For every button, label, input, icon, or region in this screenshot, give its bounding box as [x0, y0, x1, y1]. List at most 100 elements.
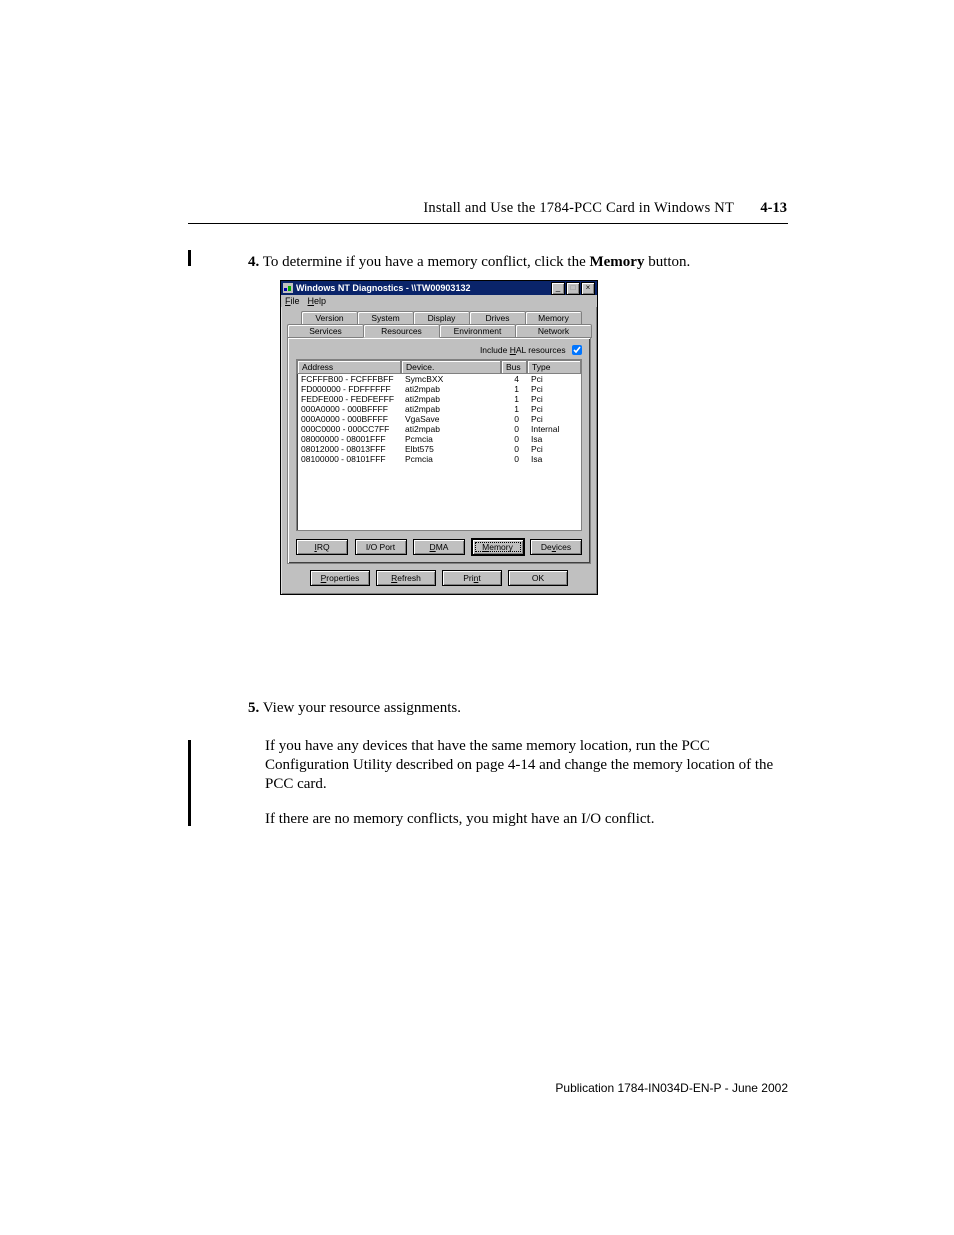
- tab-services[interactable]: Services: [287, 324, 364, 338]
- tab-memory[interactable]: Memory: [525, 311, 582, 324]
- col-bus[interactable]: Bus: [501, 360, 527, 374]
- cell-address: 000A0000 - 000BFFFF: [297, 414, 401, 424]
- cell-type: Pci: [527, 384, 581, 394]
- page: Install and Use the 1784-PCC Card in Win…: [0, 0, 954, 1235]
- list-body: FCFFFB00 - FCFFFBFFSymcBXX4PciFD000000 -…: [297, 374, 581, 464]
- devices-button[interactable]: Devices: [530, 539, 582, 555]
- cell-bus: 1: [501, 394, 527, 404]
- cell-address: FCFFFB00 - FCFFFBFF: [297, 374, 401, 384]
- list-header: Address Device. Bus Type: [297, 360, 581, 374]
- close-button[interactable]: ×: [581, 282, 595, 295]
- cell-address: 08100000 - 08101FFF: [297, 454, 401, 464]
- cell-type: Pci: [527, 404, 581, 414]
- paragraph-1: If you have any devices that have the sa…: [265, 737, 788, 795]
- irq-button[interactable]: IRQ: [296, 539, 348, 555]
- tab-resources[interactable]: Resources: [363, 324, 440, 338]
- menu-help[interactable]: Help: [308, 296, 327, 306]
- memory-button[interactable]: Memory: [472, 539, 524, 555]
- minimize-button[interactable]: _: [551, 282, 565, 295]
- table-row[interactable]: 08000000 - 08001FFFPcmcia0Isa: [297, 434, 581, 444]
- tab-version[interactable]: Version: [301, 311, 358, 324]
- cell-bus: 4: [501, 374, 527, 384]
- col-device[interactable]: Device.: [401, 360, 501, 374]
- cell-device: ati2mpab: [401, 394, 501, 404]
- app-icon: [283, 283, 293, 293]
- cell-device: ati2mpab: [401, 424, 501, 434]
- cell-type: Pci: [527, 444, 581, 454]
- cell-address: 08000000 - 08001FFF: [297, 434, 401, 444]
- publication-footer: Publication 1784-IN034D-EN-P - June 2002: [555, 1081, 788, 1095]
- tab-network[interactable]: Network: [515, 324, 592, 338]
- cell-address: 000C0000 - 000CC7FF: [297, 424, 401, 434]
- ok-button[interactable]: OK: [508, 570, 568, 586]
- cell-type: Internal: [527, 424, 581, 434]
- step-text: View your resource assignments.: [263, 700, 461, 716]
- window-title: Windows NT Diagnostics - \\TW00903132: [296, 283, 550, 293]
- io-port-button[interactable]: I/O Port: [355, 539, 407, 555]
- cell-address: 000A0000 - 000BFFFF: [297, 404, 401, 414]
- tab-system[interactable]: System: [357, 311, 414, 324]
- table-row[interactable]: 000C0000 - 000CC7FFati2mpab0Internal: [297, 424, 581, 434]
- maximize-button[interactable]: □: [566, 282, 580, 295]
- tab-display[interactable]: Display: [413, 311, 470, 324]
- hal-checkbox-row: Include HAL resources: [296, 344, 582, 355]
- running-head: Install and Use the 1784-PCC Card in Win…: [423, 200, 734, 217]
- step-5: 5. View your resource assignments.: [248, 700, 788, 717]
- table-row[interactable]: 000A0000 - 000BFFFFati2mpab1Pci: [297, 404, 581, 414]
- revision-bar: [188, 250, 191, 266]
- step-number: 4.: [248, 254, 259, 270]
- properties-button[interactable]: Properties: [310, 570, 370, 586]
- dialog-bottom-buttons: Properties Refresh Print OK: [281, 564, 597, 594]
- page-number: 4-13: [760, 200, 787, 217]
- table-row[interactable]: FEDFE000 - FEDFEFFFati2mpab1Pci: [297, 394, 581, 404]
- tab-drives[interactable]: Drives: [469, 311, 526, 324]
- table-row[interactable]: FD000000 - FDFFFFFFati2mpab1Pci: [297, 384, 581, 394]
- nt-diagnostics-window: Windows NT Diagnostics - \\TW00903132 _ …: [280, 280, 598, 595]
- table-row[interactable]: 000A0000 - 000BFFFFVgaSave0Pci: [297, 414, 581, 424]
- menu-bar: File Help: [281, 295, 597, 307]
- cell-bus: 0: [501, 434, 527, 444]
- hal-checkbox-label: Include HAL resources: [480, 345, 566, 355]
- hal-checkbox[interactable]: [572, 345, 582, 355]
- category-buttons: IRQ I/O Port DMA Memory Devices: [296, 539, 582, 555]
- cell-bus: 1: [501, 384, 527, 394]
- cell-device: Elbt575: [401, 444, 501, 454]
- title-bar[interactable]: Windows NT Diagnostics - \\TW00903132 _ …: [281, 281, 597, 295]
- cell-type: Pci: [527, 394, 581, 404]
- memory-list[interactable]: Address Device. Bus Type FCFFFB00 - FCFF…: [296, 359, 582, 531]
- cell-type: Isa: [527, 434, 581, 444]
- cell-bus: 0: [501, 454, 527, 464]
- print-button[interactable]: Print: [442, 570, 502, 586]
- dma-button[interactable]: DMA: [413, 539, 465, 555]
- revision-bar: [188, 740, 191, 826]
- refresh-button[interactable]: Refresh: [376, 570, 436, 586]
- cell-bus: 0: [501, 414, 527, 424]
- cell-bus: 0: [501, 444, 527, 454]
- menu-file[interactable]: File: [285, 296, 300, 306]
- col-address[interactable]: Address: [297, 360, 401, 374]
- col-type[interactable]: Type: [527, 360, 581, 374]
- cell-type: Pci: [527, 414, 581, 424]
- cell-address: FD000000 - FDFFFFFF: [297, 384, 401, 394]
- memory-bold: Memory: [589, 254, 644, 270]
- cell-device: ati2mpab: [401, 404, 501, 414]
- table-row[interactable]: FCFFFB00 - FCFFFBFFSymcBXX4Pci: [297, 374, 581, 384]
- cell-device: Pcmcia: [401, 434, 501, 444]
- step-text: To determine if you have a memory confli…: [263, 254, 590, 270]
- table-row[interactable]: 08100000 - 08101FFFPcmcia0Isa: [297, 454, 581, 464]
- cell-address: 08012000 - 08013FFF: [297, 444, 401, 454]
- tab-strip: Version System Display Drives Memory Ser…: [287, 311, 591, 338]
- header-rule: [188, 223, 788, 224]
- cell-device: VgaSave: [401, 414, 501, 424]
- cell-device: SymcBXX: [401, 374, 501, 384]
- cell-bus: 1: [501, 404, 527, 414]
- cell-address: FEDFE000 - FEDFEFFF: [297, 394, 401, 404]
- step-number: 5.: [248, 700, 259, 716]
- step-4: 4. To determine if you have a memory con…: [248, 254, 788, 271]
- resources-panel: Include HAL resources Address Device. Bu…: [287, 337, 591, 564]
- cell-device: ati2mpab: [401, 384, 501, 394]
- tab-environment[interactable]: Environment: [439, 324, 516, 338]
- table-row[interactable]: 08012000 - 08013FFFElbt5750Pci: [297, 444, 581, 454]
- cell-type: Pci: [527, 374, 581, 384]
- paragraph-2: If there are no memory conflicts, you mi…: [265, 810, 788, 829]
